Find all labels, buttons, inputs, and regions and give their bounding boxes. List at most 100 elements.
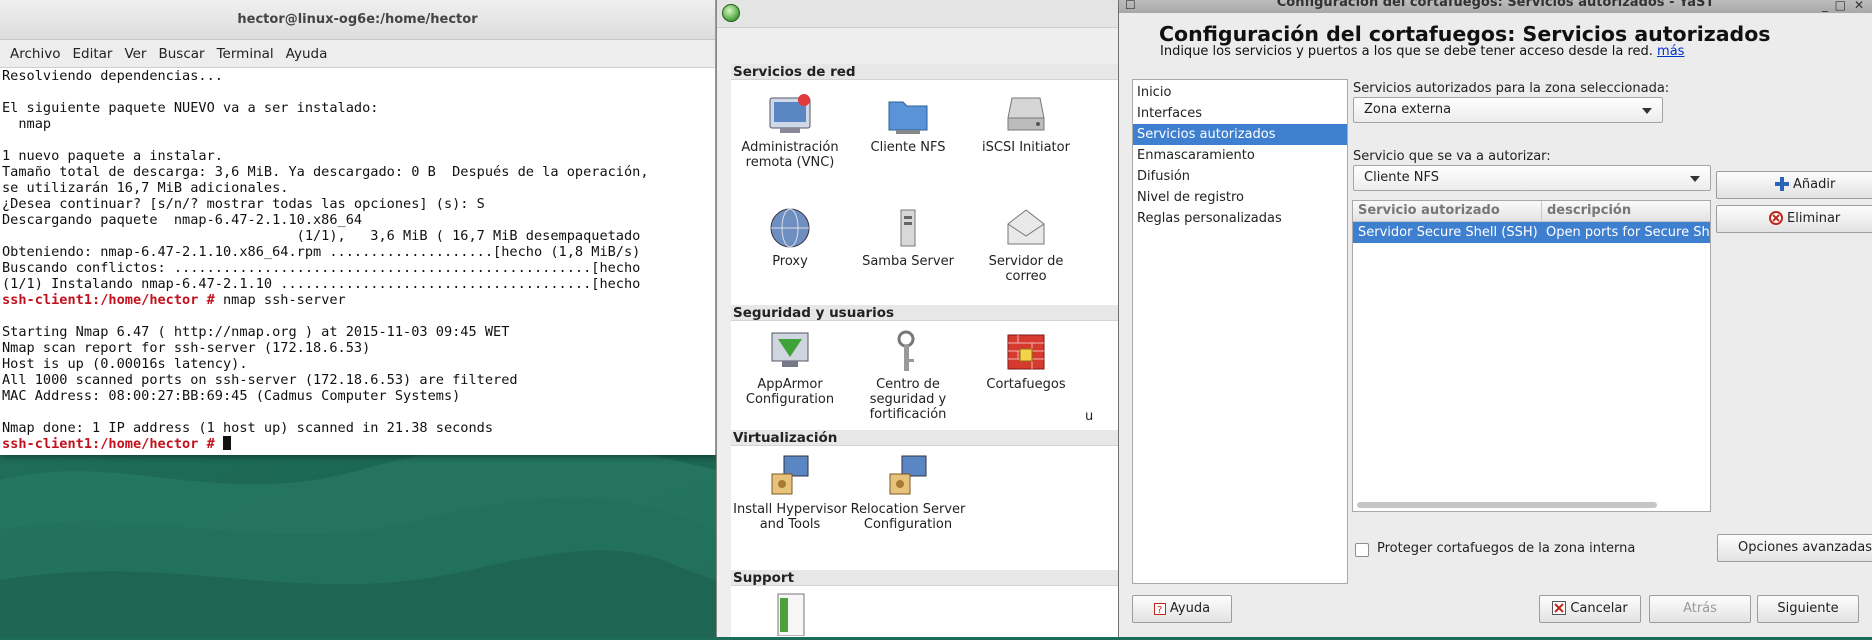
menu-archivo[interactable]: Archivo — [4, 46, 66, 62]
cancel-label: Cancelar — [1570, 601, 1628, 616]
column-header[interactable]: descripción — [1541, 201, 1710, 221]
terminal-text: (1/1) Instalando nmap-6.47-2.1.10 ......… — [2, 276, 641, 292]
more-link[interactable]: más — [1657, 44, 1684, 59]
apparmor-icon — [768, 329, 812, 373]
module-label: Administración remota (VNC) — [741, 140, 839, 170]
terminal-line: El siguiente paquete NUEVO va a ser inst… — [2, 100, 715, 116]
service-select-value: Cliente NFS — [1364, 170, 1439, 185]
module-nfs-client[interactable]: Cliente NFS — [849, 92, 967, 155]
description-cell: Open ports for Secure Shell — [1546, 225, 1710, 240]
module-install-hypervisor[interactable]: Install Hypervisor and Tools — [731, 454, 849, 532]
module-label: AppArmor Configuration — [745, 377, 835, 407]
terminal-line: Host is up (0.00016s latency). — [2, 356, 715, 372]
terminal-line: ¿Desea continuar? [s/n/? mostrar todas l… — [2, 196, 715, 212]
terminal-line: 1 nuevo paquete a instalar. — [2, 148, 715, 164]
chevron-down-icon — [1642, 108, 1652, 114]
back-button[interactable]: Atrás — [1649, 595, 1751, 623]
menu-ver[interactable]: Ver — [118, 46, 152, 62]
control-center-toolbar — [717, 0, 1118, 28]
terminal-text: Descargando paquete nmap-6.47-2.1.10.x86… — [2, 212, 363, 228]
advanced-options-button[interactable]: Opciones avanzadas... — [1717, 534, 1872, 562]
firewall-dialog-window[interactable]: ☐ Configuración del cortafuegos: Servici… — [1118, 0, 1872, 637]
module-support[interactable] — [731, 592, 849, 640]
terminal-text: Nmap done: 1 IP address (1 host up) scan… — [2, 420, 494, 436]
minimize-icon[interactable]: _ — [1822, 0, 1828, 12]
section-title: Support — [731, 570, 1119, 586]
terminal-text: (1/1), 3,6 MiB ( 16,7 MiB desempaquetado — [2, 228, 641, 244]
cancel-icon — [1552, 601, 1567, 615]
home-icon[interactable] — [722, 4, 740, 22]
terminal-window[interactable]: hector@linux-og6e:/home/hector Archivo E… — [0, 0, 716, 455]
close-icon[interactable]: ✕ — [1854, 0, 1864, 12]
nav-item[interactable]: Difusión — [1133, 166, 1347, 187]
zone-label: Servicios autorizados para la zona selec… — [1353, 81, 1670, 96]
protect-internal-zone-checkbox[interactable] — [1355, 543, 1369, 557]
terminal-text: Obteniendo: nmap-6.47-2.1.10.x86_64.rpm … — [2, 244, 641, 260]
module-relocation-server[interactable]: Relocation Server Configuration — [849, 454, 967, 532]
terminal-line: Buscando conflictos: ...................… — [2, 260, 715, 276]
text-cursor — [222, 436, 231, 450]
next-button[interactable]: Siguiente — [1757, 595, 1859, 623]
nav-item[interactable]: Nivel de registro — [1133, 187, 1347, 208]
terminal-text: Nmap scan report for ssh-server (172.18.… — [2, 340, 371, 356]
terminal-text: Tamaño total de descarga: 3,6 MiB. Ya de… — [2, 164, 649, 180]
table-row[interactable]: Servidor Secure Shell (SSH) Open ports f… — [1353, 222, 1710, 243]
module-remote-admin[interactable]: Administración remota (VNC) — [731, 92, 849, 170]
support-document-icon — [768, 592, 812, 637]
terminal-text: Buscando conflictos: ...................… — [2, 260, 641, 276]
module-mail-server[interactable]: Servidor de correo — [967, 206, 1085, 284]
subtitle-text: Indique los servicios y puertos a los qu… — [1160, 44, 1653, 59]
service-label: Servicio que se va a autorizar: — [1353, 149, 1551, 164]
back-label: Atrás — [1683, 601, 1717, 616]
nav-item[interactable]: Inicio — [1133, 82, 1347, 103]
help-button[interactable]: ? Ayuda — [1132, 595, 1232, 623]
nav-item[interactable]: Reglas personalizadas — [1133, 208, 1347, 229]
terminal-text: MAC Address: 08:00:27:BB:69:45 (Cadmus C… — [2, 388, 461, 404]
section-title: Seguridad y usuarios — [731, 305, 1119, 321]
nav-item[interactable]: Enmascaramiento — [1133, 145, 1347, 166]
section-security-users: Seguridad y usuarios AppArmor Configurat… — [731, 305, 1128, 438]
module-firewall[interactable]: Cortafuegos — [967, 329, 1085, 392]
section-virtualization: Virtualización Install Hypervisor and To… — [731, 430, 1119, 570]
menu-ayuda[interactable]: Ayuda — [280, 46, 334, 62]
firewall-nav-tree[interactable]: Inicio Interfaces Servicios autorizados Enm… — [1132, 79, 1348, 584]
menu-buscar[interactable]: Buscar — [152, 46, 210, 62]
nav-item[interactable]: Interfaces — [1133, 103, 1347, 124]
terminal-line: Tamaño total de descarga: 3,6 MiB. Ya de… — [2, 164, 715, 180]
remove-service-button[interactable]: Eliminar — [1716, 205, 1872, 233]
menu-editar[interactable]: Editar — [66, 46, 118, 62]
add-label: Añadir — [1793, 177, 1836, 192]
cancel-button[interactable]: Cancelar — [1539, 595, 1641, 623]
terminal-text: El siguiente paquete NUEVO va a ser inst… — [2, 100, 379, 116]
module-apparmor[interactable]: AppArmor Configuration — [731, 329, 849, 407]
mail-server-icon — [1004, 206, 1048, 250]
terminal-output[interactable]: Resolviendo dependencias... El siguiente … — [0, 68, 715, 455]
module-iscsi-initiator[interactable]: iSCSI Initiator — [967, 92, 1085, 155]
module-security-center[interactable]: Centro de seguridad y fortificación — [849, 329, 967, 422]
terminal-line: (1/1), 3,6 MiB ( 16,7 MiB desempaquetado — [2, 228, 715, 244]
horizontal-scrollbar[interactable] — [1357, 502, 1657, 508]
authorized-services-table[interactable]: Servicio autorizado descripción Servidor… — [1352, 200, 1711, 512]
add-service-button[interactable]: Añadir — [1716, 171, 1872, 199]
terminal-line: Obteniendo: nmap-6.47-2.1.10.x86_64.rpm … — [2, 244, 715, 260]
service-select[interactable]: Cliente NFS — [1353, 165, 1711, 191]
nav-item[interactable]: Servicios autorizados — [1133, 124, 1347, 145]
terminal-line: (1/1) Instalando nmap-6.47-2.1.10 ......… — [2, 276, 715, 292]
column-header[interactable]: Servicio autorizado — [1353, 201, 1541, 221]
terminal-text: 1 nuevo paquete a instalar. — [2, 148, 223, 164]
section-title: Virtualización — [731, 430, 1119, 446]
zone-select-value: Zona externa — [1364, 102, 1452, 117]
terminal-line: All 1000 scanned ports on ssh-server (17… — [2, 372, 715, 388]
maximize-icon[interactable]: □ — [1835, 0, 1846, 12]
dialog-titlebar[interactable]: ☐ Configuración del cortafuegos: Servici… — [1119, 0, 1872, 13]
help-icon: ? — [1153, 603, 1166, 615]
module-proxy[interactable]: Proxy — [731, 206, 849, 269]
menu-terminal[interactable]: Terminal — [211, 46, 280, 62]
zone-select[interactable]: Zona externa — [1353, 97, 1663, 123]
module-samba-server[interactable]: Samba Server — [849, 206, 967, 269]
terminal-titlebar[interactable]: hector@linux-og6e:/home/hector — [0, 0, 715, 40]
section-network-services: Servicios de red Administración remota (… — [731, 64, 1119, 308]
